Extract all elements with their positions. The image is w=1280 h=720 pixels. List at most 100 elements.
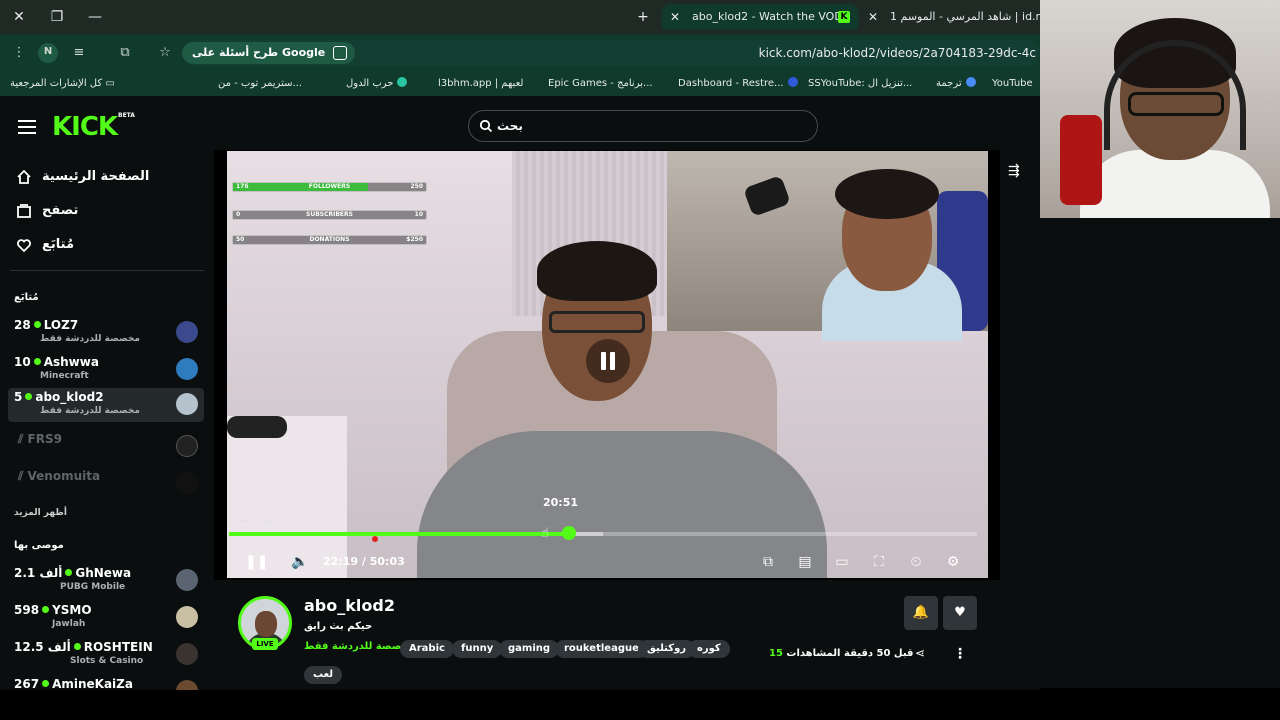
- bookmark-star-icon[interactable]: ☆: [156, 44, 174, 62]
- notifications-button[interactable]: 🔔: [904, 596, 938, 630]
- webcam-microphone: [1060, 115, 1102, 205]
- channel-category: مخصصة للدردشة فقط: [40, 406, 140, 416]
- volume-icon[interactable]: 🔈: [289, 551, 311, 573]
- tag-play-ar[interactable]: لعب: [304, 666, 342, 684]
- new-tab-icon[interactable]: +: [634, 8, 652, 26]
- share-icon[interactable]: ⋖: [912, 646, 928, 662]
- scene-person2-hair: [835, 169, 939, 219]
- search-icon: [479, 119, 493, 133]
- channel-name: FRS9: [27, 432, 62, 446]
- scene-controller: [227, 416, 287, 438]
- subscribers-goal-bar: 0 SUBSCRIBERS 10: [232, 210, 427, 220]
- avatar: [176, 643, 198, 665]
- recommended-section-title: موصى بها: [14, 540, 64, 551]
- tab-other[interactable]: ✕ شاهد المرسي - الموسم 1 | id.net: [860, 4, 1040, 30]
- recommended-channel-ysmo[interactable]: 598 YSMO Jawlah: [8, 601, 204, 635]
- channel-category: PUBG Mobile: [60, 582, 126, 592]
- clip-icon[interactable]: ▤: [794, 551, 816, 573]
- channel-name: abo_klod2: [35, 390, 104, 404]
- bookmark-streamer-top[interactable]: ستريمر توب - من...: [218, 77, 302, 91]
- bookmark-l3bhm[interactable]: l3bhm.app | لعبهم: [438, 77, 523, 91]
- following-channel-frs9[interactable]: ⫽ FRS9: [8, 430, 204, 464]
- more-options-icon[interactable]: ⋮: [952, 646, 968, 662]
- extensions-icon[interactable]: ⧉: [116, 44, 134, 62]
- site-icon: [397, 77, 408, 87]
- center-pause-button[interactable]: [586, 339, 630, 383]
- clip-actions[interactable]: ⇦ ▭ ♡ ♢: [241, 517, 324, 527]
- category-link[interactable]: مخصصة للدردشة فقط: [304, 641, 415, 652]
- ask-google-chip[interactable]: طرح أسئلة على Google: [182, 42, 356, 64]
- channel-category: مخصصة للدردشة فقط: [40, 334, 140, 344]
- following-channel-loz7[interactable]: 28 LOZ7 مخصصة للدردشة فقط: [8, 316, 204, 350]
- settings-gear-icon[interactable]: ⚙: [942, 551, 964, 573]
- page-right-margin: [1040, 218, 1280, 688]
- channel-viewers-and-name: 267 AmineKaiZa: [14, 677, 133, 690]
- channel-category: Jawlah: [52, 619, 86, 629]
- nav-home-label: الصفحة الرئيسية: [42, 169, 150, 184]
- url-text[interactable]: kick.com/abo-klod2/videos/2a704183-29dc-…: [759, 40, 1036, 66]
- following-channel-venomuita[interactable]: ⫽ Venomuita: [8, 467, 204, 501]
- bookmark-label: ترجمة: [936, 78, 962, 89]
- pip-icon[interactable]: ⧉: [757, 551, 779, 573]
- bookmark-epic-games[interactable]: Epic Games - برنامج...: [548, 77, 653, 91]
- following-channel-abo-klod2[interactable]: 5 abo_klod2 مخصصة للدردشة فقط: [8, 388, 204, 422]
- beta-badge: BETA: [118, 112, 135, 119]
- home-icon: [17, 169, 31, 184]
- tab-search-icon[interactable]: ≡: [70, 44, 88, 62]
- recommended-channel-aminekaiza[interactable]: 267 AmineKaiZa: [8, 675, 204, 690]
- channel-name: YSMO: [52, 603, 92, 617]
- nav-browse-label: تصفح: [42, 203, 79, 218]
- bookmark-countries-war[interactable]: حرب الدول: [346, 77, 408, 91]
- ask-google-label: طرح أسئلة على Google: [192, 46, 326, 59]
- followers-goal-bar: 176 FOLLOWERS 250: [232, 182, 427, 192]
- tag-football-ar[interactable]: كوره: [688, 640, 730, 658]
- tag-rocket-league-ar[interactable]: روكتليق: [638, 640, 696, 658]
- tag-rouketleague[interactable]: rouketleague: [555, 640, 648, 658]
- follow-button[interactable]: ♥: [943, 596, 977, 630]
- tab-kick-vod[interactable]: ✕ abo_klod2 - Watch the VOD K: [662, 4, 858, 30]
- search-input[interactable]: بحث: [468, 110, 818, 142]
- play-pause-icon[interactable]: ❚❚: [245, 551, 268, 573]
- folder-icon: ▭: [105, 78, 115, 89]
- following-section-title: مُتابَع: [14, 292, 39, 303]
- profile-avatar[interactable]: N: [38, 43, 58, 63]
- heart-icon: ♥: [954, 605, 966, 620]
- goal-label: DONATIONS: [309, 236, 350, 243]
- video-player[interactable]: 176 FOLLOWERS 250 0 SUBSCRIBERS 10 50 DO…: [214, 150, 1000, 580]
- player-controls: ❚❚ 🔈 22:19 / 50:03 ⧉ ▤ ▭ ⛶ ⏲ ⚙: [227, 549, 988, 575]
- close-window-icon[interactable]: ✕: [10, 8, 28, 26]
- live-dot: [73, 643, 81, 650]
- bookmark-restream[interactable]: Dashboard - Restre...: [678, 77, 798, 91]
- kick-logo[interactable]: KICK: [52, 112, 118, 142]
- theater-mode-icon[interactable]: ▭: [831, 551, 853, 573]
- bookmark-youtube[interactable]: YouTube: [992, 77, 1033, 91]
- close-tab-icon[interactable]: ✕: [868, 4, 878, 30]
- speed-icon[interactable]: ⏲: [905, 551, 927, 573]
- tag-funny[interactable]: funny: [452, 640, 503, 658]
- close-tab-icon[interactable]: ✕: [670, 4, 680, 30]
- tag-arabic[interactable]: Arabic: [400, 640, 454, 658]
- bookmark-translate[interactable]: ترجمة: [936, 77, 976, 91]
- following-channel-ashwwa[interactable]: 10 Ashwwa Minecraft: [8, 353, 204, 387]
- minimize-window-icon[interactable]: —: [86, 8, 104, 26]
- all-bookmarks-button[interactable]: كل الإشارات المرجعية ▭: [10, 77, 115, 91]
- time-ago: قبل 50 دقيقة: [844, 648, 914, 659]
- restore-window-icon[interactable]: ❐: [48, 8, 66, 26]
- live-dot: [33, 321, 41, 328]
- bookmark-label: Dashboard - Restre...: [678, 78, 784, 89]
- bookmark-ssyoutube[interactable]: SSYouTube: تنزيل ال...: [808, 77, 912, 91]
- video-frame[interactable]: 176 FOLLOWERS 250 0 SUBSCRIBERS 10 50 DO…: [227, 151, 988, 578]
- tag-gaming[interactable]: gaming: [499, 640, 560, 658]
- fullscreen-icon[interactable]: ⛶: [868, 551, 890, 573]
- omnibox[interactable]: طرح أسئلة على Google kick.com/abo-klod2/…: [182, 40, 1040, 66]
- show-more-link[interactable]: أظهر المزيد: [14, 508, 67, 518]
- collapse-chat-icon[interactable]: ⇶: [1008, 164, 1026, 178]
- recommended-channel-roshtein[interactable]: 12.5 ألف ROSHTEIN Slots & Casino: [8, 638, 204, 672]
- browser-menu-icon[interactable]: ⋮: [10, 44, 28, 62]
- channel-name[interactable]: abo_klod2: [304, 596, 395, 615]
- progress-bar[interactable]: [229, 532, 977, 536]
- recommended-channel-ghnewa[interactable]: 2.1 ألف GhNewa PUBG Mobile: [8, 564, 204, 598]
- viewer-count: 12.5 ألف: [14, 640, 71, 654]
- channel-viewers-and-name: 10 Ashwwa: [14, 355, 99, 369]
- hamburger-menu-icon[interactable]: [18, 120, 36, 134]
